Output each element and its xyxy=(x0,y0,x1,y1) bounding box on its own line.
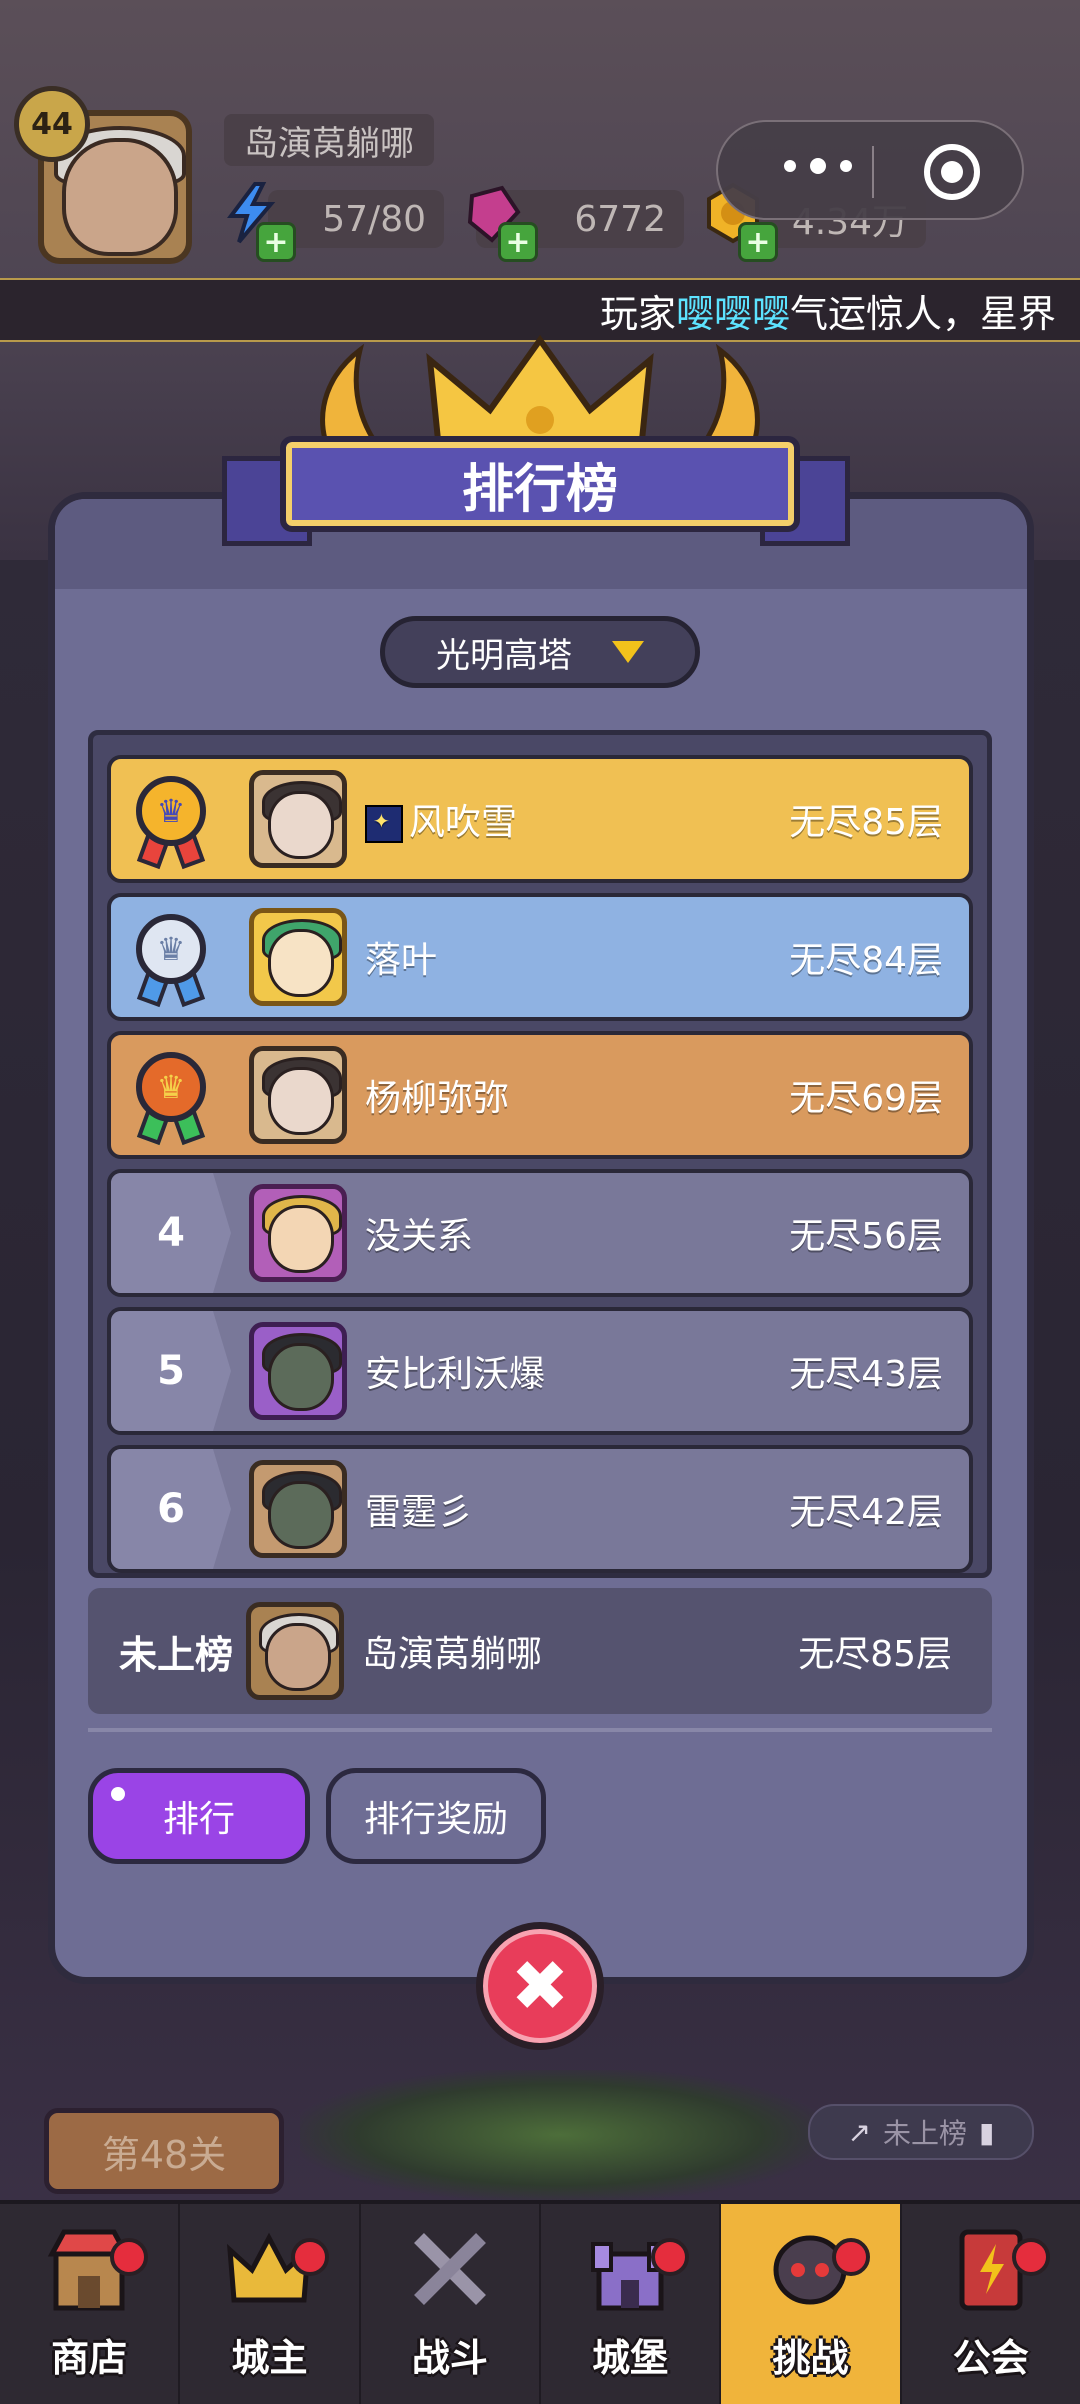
portrait-face xyxy=(268,1067,334,1135)
row-6-score: 无尽42层 xyxy=(789,1492,943,1533)
ranking-row[interactable]: 5 安比利沃爆 无尽43层 xyxy=(107,1307,973,1435)
portrait-face xyxy=(268,1481,334,1549)
ranking-row[interactable]: 6 雷霆彡 无尽42层 xyxy=(107,1445,973,1573)
portrait-face xyxy=(268,1205,334,1273)
swords-icon xyxy=(402,2219,498,2319)
row-4-name: 没关系 xyxy=(365,1216,474,1257)
nav-castle[interactable]: 城堡 xyxy=(541,2204,722,2404)
player-portrait[interactable] xyxy=(249,1460,347,1558)
marquee-suffix: 气运惊人，星界 xyxy=(789,291,1056,336)
row-1-name: 风吹雪 xyxy=(409,802,518,843)
row-2-score: 无尽84层 xyxy=(789,940,943,981)
gold-medal-icon: ♛ xyxy=(122,770,220,870)
nav-label: 挑战 xyxy=(772,2336,849,2380)
more-menu-icon[interactable] xyxy=(784,158,852,174)
energy-add-button[interactable]: + xyxy=(256,222,296,262)
notification-badge xyxy=(1011,2238,1050,2276)
nav-label: 城堡 xyxy=(592,2336,669,2380)
self-rank: 未上榜 xyxy=(118,1632,233,1677)
row-4-rank: 4 xyxy=(111,1173,231,1293)
tab-ranking-rewards[interactable]: 排行奖励 xyxy=(326,1768,546,1864)
panel-title: 排行榜 xyxy=(280,436,800,532)
tab-ranking[interactable]: 排行 xyxy=(88,1768,310,1864)
trend-up-icon: ↗ xyxy=(847,2115,872,2149)
coin-add-button[interactable]: + xyxy=(738,222,778,262)
medal-disk: ♛ xyxy=(136,1052,206,1122)
nav-label: 战斗 xyxy=(411,2336,488,2380)
nav-lord[interactable]: 城主 xyxy=(180,2204,361,2404)
player-portrait[interactable] xyxy=(249,770,347,868)
row-5-score: 无尽43层 xyxy=(789,1354,943,1395)
medal-disk: ♛ xyxy=(136,776,206,846)
miniprogram-capsule xyxy=(716,120,1024,220)
ranking-row[interactable]: 4 没关系 无尽56层 xyxy=(107,1169,973,1297)
title-badge-icon xyxy=(365,805,403,843)
player-portrait[interactable] xyxy=(249,1184,347,1282)
nav-battle[interactable]: 战斗 xyxy=(361,2204,541,2404)
row-1-score: 无尽85层 xyxy=(789,802,943,843)
row-3-name: 杨柳弥弥 xyxy=(365,1078,510,1119)
stage-label: 第48关 xyxy=(44,2108,284,2194)
row-2-name: 落叶 xyxy=(365,940,438,981)
player-portrait[interactable] xyxy=(249,1322,347,1420)
player-level-badge: 44 xyxy=(14,86,90,162)
notification-badge xyxy=(110,2238,149,2276)
dropdown-selected-value: 光明高塔 xyxy=(436,635,572,676)
nav-guild[interactable]: 公会 xyxy=(902,2204,1080,2404)
battle-scene-art xyxy=(300,2070,820,2200)
self-score: 无尽85层 xyxy=(798,1634,952,1675)
avatar-face xyxy=(62,138,178,256)
panel-divider xyxy=(88,1728,992,1732)
player-portrait[interactable] xyxy=(249,1046,347,1144)
close-button[interactable]: ✖ xyxy=(476,1922,604,2050)
notification-badge xyxy=(290,2238,329,2276)
rank-medal-bronze: ♛ xyxy=(111,1035,231,1155)
ranking-row[interactable]: ♛ 杨柳弥弥 无尽69层 xyxy=(107,1031,973,1159)
bronze-medal-icon: ♛ xyxy=(122,1046,220,1146)
row-5-rank: 5 xyxy=(111,1311,231,1431)
row-6-rank: 6 xyxy=(111,1449,231,1569)
notification-badge xyxy=(831,2238,870,2276)
bottom-navigation: 商店 城主 战斗 城堡 挑战 公会 xyxy=(0,2200,1080,2404)
ranking-row[interactable]: ♛ 风吹雪 无尽85层 xyxy=(107,755,973,883)
nav-label: 城主 xyxy=(231,2336,308,2380)
player-name-cell: 风吹雪 xyxy=(365,793,789,845)
dropdown-arrow-icon xyxy=(612,641,644,663)
portrait-face xyxy=(265,1623,331,1691)
bar-chart-icon: ▮ xyxy=(979,2115,995,2149)
self-portrait xyxy=(246,1602,344,1700)
row-5-name: 安比利沃爆 xyxy=(365,1354,546,1395)
capsule-separator xyxy=(872,146,874,198)
row-3-score: 无尽69层 xyxy=(789,1078,943,1119)
ranking-list[interactable]: ♛ 风吹雪 无尽85层 ♛ 落叶 无尽84层 xyxy=(88,730,992,1578)
portrait-face xyxy=(268,929,334,997)
gem-add-button[interactable]: + xyxy=(498,222,538,262)
ranking-row[interactable]: ♛ 落叶 无尽84层 xyxy=(107,893,973,1021)
rank-medal-gold: ♛ xyxy=(111,759,231,879)
stage-rank-pill[interactable]: ↗ 未上榜 ▮ xyxy=(808,2104,1034,2160)
category-dropdown[interactable]: 光明高塔 xyxy=(380,616,700,688)
stage-rank-status: 未上榜 xyxy=(883,2117,968,2150)
medal-disk: ♛ xyxy=(136,914,206,984)
close-icon: ✖ xyxy=(510,1945,570,2027)
portrait-face xyxy=(268,791,334,859)
rank-medal-silver: ♛ xyxy=(111,897,231,1017)
player-portrait[interactable] xyxy=(249,908,347,1006)
close-miniprogram-icon[interactable] xyxy=(924,144,980,200)
portrait-face xyxy=(268,1343,334,1411)
silver-medal-icon: ♛ xyxy=(122,908,220,1008)
nav-shop[interactable]: 商店 xyxy=(0,2204,181,2404)
nav-challenge[interactable]: 挑战 xyxy=(721,2204,902,2404)
row-4-score: 无尽56层 xyxy=(789,1216,943,1257)
self-name: 岛演莴躺哪 xyxy=(362,1634,543,1675)
player-name: 岛演莴躺哪 xyxy=(224,114,434,166)
self-ranking-row: 未上榜 岛演莴躺哪 无尽85层 xyxy=(88,1588,992,1714)
notification-badge xyxy=(651,2238,690,2276)
nav-label: 公会 xyxy=(952,2336,1029,2380)
row-6-name: 雷霆彡 xyxy=(365,1492,474,1533)
nav-label: 商店 xyxy=(51,2336,128,2380)
